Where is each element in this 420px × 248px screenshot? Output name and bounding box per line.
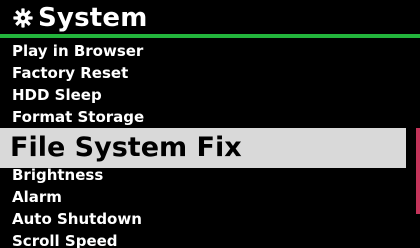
menu-item-format-storage[interactable]: Format Storage bbox=[0, 106, 406, 128]
system-menu-screen: System Play in Browser Factory Reset HDD… bbox=[0, 0, 420, 248]
menu-item-auto-shutdown[interactable]: Auto Shutdown bbox=[0, 208, 406, 230]
header-divider bbox=[0, 34, 420, 38]
menu-item-brightness[interactable]: Brightness bbox=[0, 164, 406, 186]
gear-icon bbox=[13, 8, 33, 28]
page-title: System bbox=[38, 3, 148, 33]
menu-item-factory-reset[interactable]: Factory Reset bbox=[0, 62, 406, 84]
menu-item-play-in-browser[interactable]: Play in Browser bbox=[0, 40, 406, 62]
menu-item-scroll-speed[interactable]: Scroll Speed bbox=[0, 230, 406, 248]
scrollbar-thumb[interactable] bbox=[416, 128, 420, 214]
title-bar: System bbox=[0, 0, 420, 36]
menu-item-alarm[interactable]: Alarm bbox=[0, 186, 406, 208]
menu-item-hdd-sleep[interactable]: HDD Sleep bbox=[0, 84, 406, 106]
menu-item-file-system-fix[interactable]: File System Fix bbox=[0, 128, 406, 168]
